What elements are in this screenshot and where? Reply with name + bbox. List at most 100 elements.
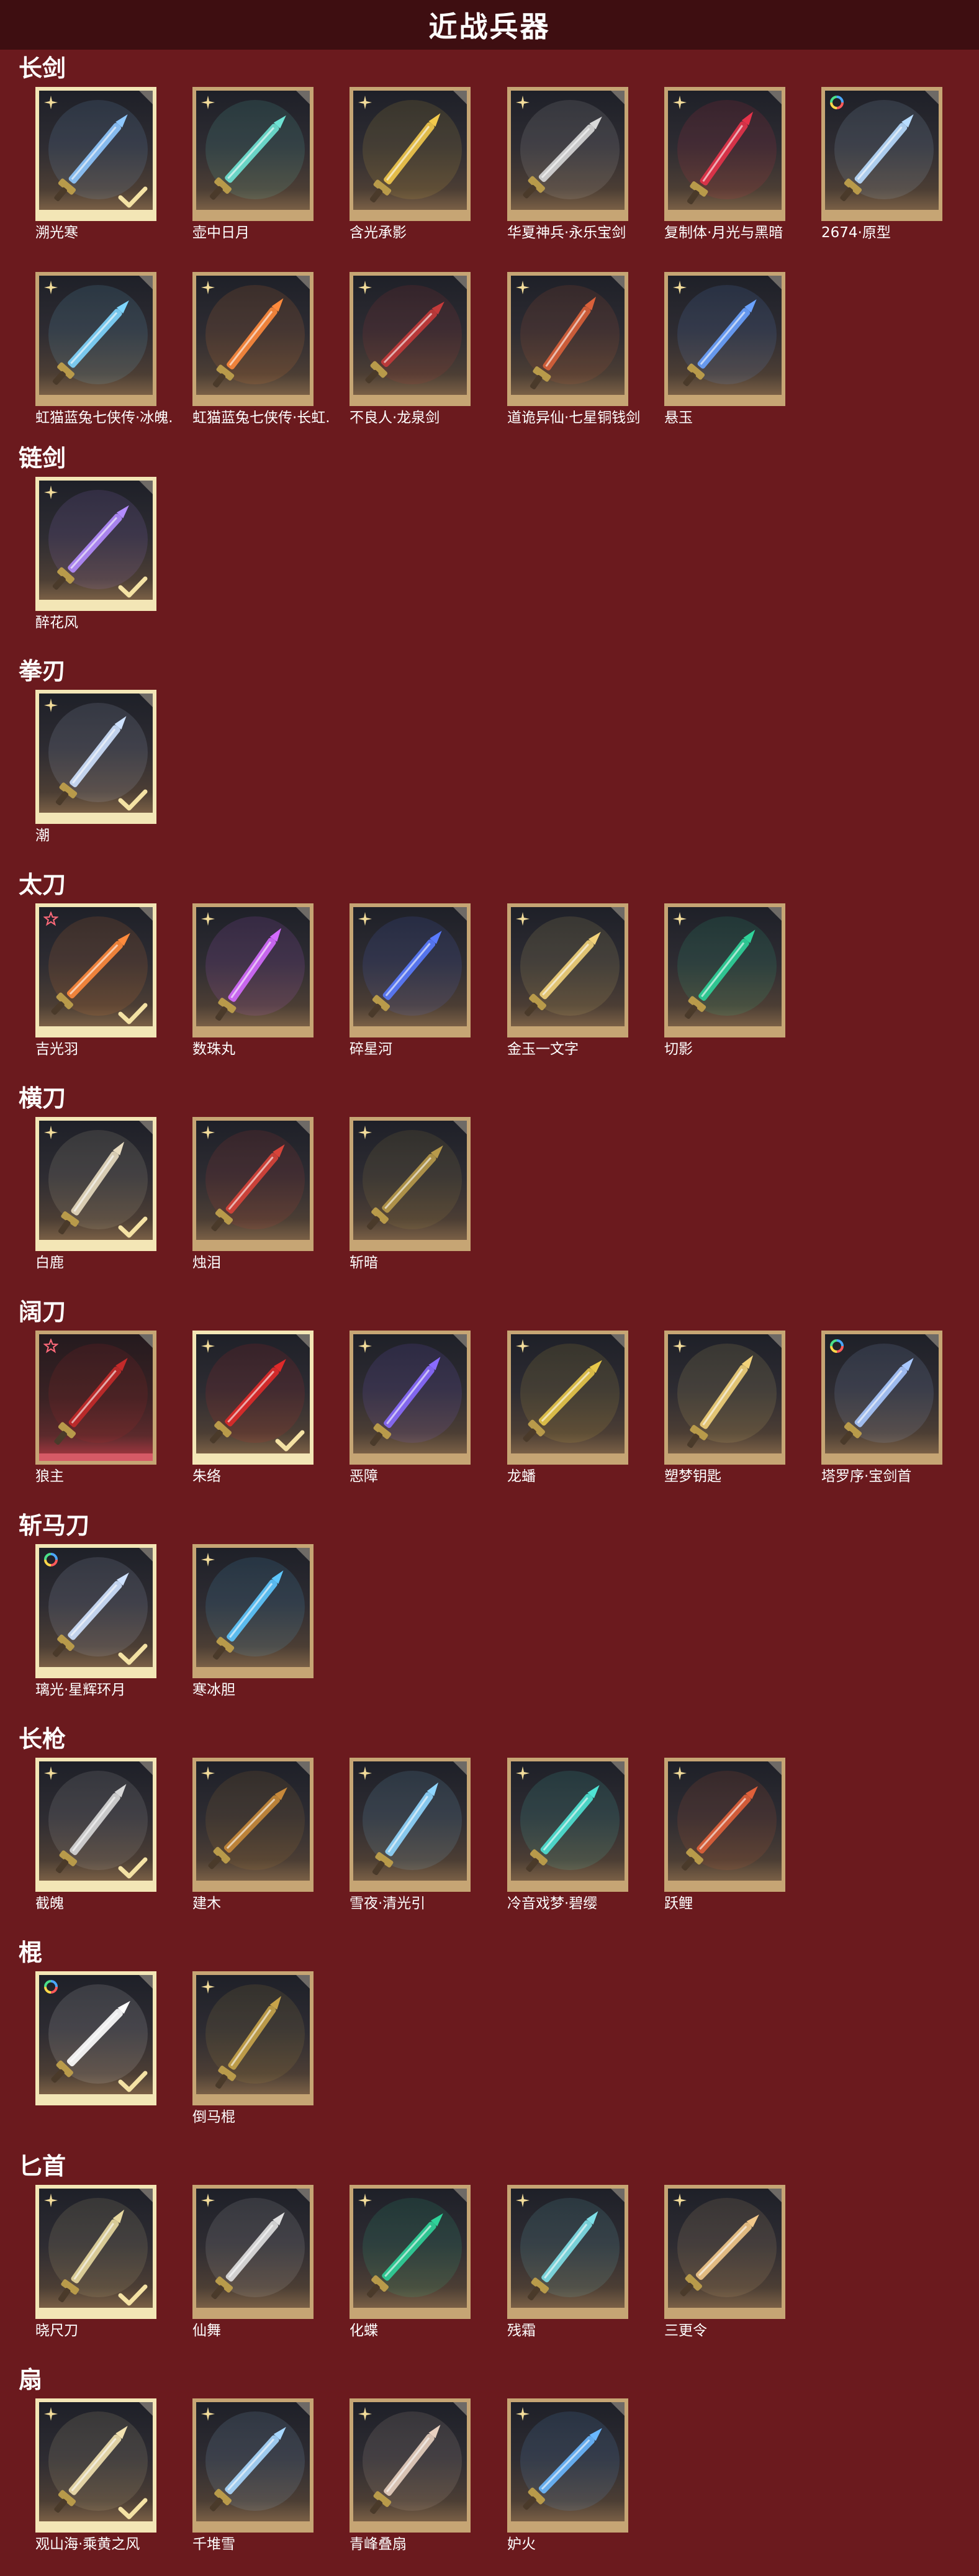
weapon-tile[interactable]: 2674·原型	[821, 87, 942, 242]
weapon-tile[interactable]: 华夏神兵·永乐宝剑	[507, 87, 628, 242]
weapon-card[interactable]	[35, 2398, 156, 2533]
weapon-card[interactable]	[192, 1544, 314, 1678]
weapon-tile[interactable]: 虹猫蓝兔七侠传·冰魄..	[35, 272, 172, 427]
weapon-card[interactable]	[350, 87, 471, 221]
gold-star-icon	[357, 2192, 373, 2208]
weapon-tile[interactable]: 复制体·月光与黑暗	[664, 87, 785, 242]
weapon-card[interactable]	[821, 87, 942, 221]
weapon-card[interactable]	[192, 87, 314, 221]
weapon-name: 残霜	[507, 2323, 536, 2339]
weapon-card[interactable]	[192, 2398, 314, 2533]
weapon-card[interactable]	[507, 2398, 628, 2533]
weapon-tile[interactable]: 不良人·龙泉剑	[350, 272, 471, 427]
weapon-tile[interactable]: 冷音戏梦·碧缨	[507, 1758, 628, 1913]
weapon-tile[interactable]: 醉花风	[35, 477, 156, 632]
weapon-tile[interactable]: 璃光·星辉环月	[35, 1544, 156, 1699]
weapon-tile[interactable]: 倒马棍	[192, 1971, 314, 2126]
weapon-card[interactable]	[192, 1331, 314, 1465]
weapon-tile[interactable]: 跃鲤	[664, 1758, 785, 1913]
weapon-card[interactable]	[192, 272, 314, 406]
weapon-card[interactable]	[35, 1544, 156, 1678]
weapon-card[interactable]	[35, 690, 156, 824]
weapon-tile[interactable]: 千堆雪	[192, 2398, 314, 2554]
weapon-tile[interactable]: 雪夜·清光引	[350, 1758, 471, 1913]
weapon-tile[interactable]: 吉光羽	[35, 903, 156, 1059]
weapon-tile[interactable]: 潮	[35, 690, 156, 845]
weapon-card[interactable]	[507, 1331, 628, 1465]
weapon-tile[interactable]: 碎星河	[350, 903, 471, 1059]
weapon-card[interactable]	[664, 1331, 785, 1465]
weapon-tile[interactable]: 道诡异仙·七星铜钱剑	[507, 272, 640, 427]
weapon-card[interactable]	[35, 477, 156, 611]
weapon-tile[interactable]: 悬玉	[664, 272, 785, 427]
weapon-card[interactable]	[192, 1758, 314, 1892]
weapon-tile[interactable]: 壶中日月	[192, 87, 314, 242]
weapon-tile[interactable]: 龙蟠	[507, 1331, 628, 1486]
weapon-card[interactable]	[507, 2185, 628, 2319]
weapon-card[interactable]	[35, 272, 156, 406]
weapon-card[interactable]	[507, 1758, 628, 1892]
weapon-tile[interactable]: 观山海·乘黄之风	[35, 2398, 156, 2554]
weapon-tile[interactable]: 含光承影	[350, 87, 471, 242]
weapon-card[interactable]	[192, 1117, 314, 1251]
weapon-tile[interactable]: 虹猫蓝兔七侠传·长虹..	[192, 272, 329, 427]
weapon-tile[interactable]: 妒火	[507, 2398, 628, 2554]
gold-star-icon	[200, 94, 216, 111]
weapon-tile[interactable]: 朱络	[192, 1331, 314, 1486]
weapon-card[interactable]	[192, 2185, 314, 2319]
weapon-card[interactable]	[664, 272, 785, 406]
weapon-card[interactable]	[664, 2185, 785, 2319]
weapon-tile[interactable]: 寒冰胆	[192, 1544, 314, 1699]
weapon-card[interactable]	[35, 903, 156, 1037]
weapon-tile[interactable]: 烛泪	[192, 1117, 314, 1272]
weapon-tile[interactable]: 晓尺刀	[35, 2185, 156, 2340]
weapon-tile[interactable]: 塔罗序·宝剑首	[821, 1331, 942, 1486]
weapon-card[interactable]	[507, 903, 628, 1037]
weapon-card[interactable]	[192, 1971, 314, 2105]
weapon-tile[interactable]: 建木	[192, 1758, 314, 1913]
rainbow-rarity-icon	[43, 1979, 59, 1995]
weapon-tile[interactable]	[35, 1971, 156, 2108]
weapon-card[interactable]	[35, 87, 156, 221]
weapon-tile[interactable]: 溯光寒	[35, 87, 156, 242]
weapon-card[interactable]	[192, 903, 314, 1037]
weapon-card[interactable]	[35, 1117, 156, 1251]
weapon-card[interactable]	[35, 2185, 156, 2319]
weapon-card[interactable]	[350, 903, 471, 1037]
weapon-tile[interactable]: 斩暗	[350, 1117, 471, 1272]
weapon-card[interactable]	[350, 1117, 471, 1251]
category-title: 太刀	[19, 871, 66, 898]
weapon-tile[interactable]: 狼主	[35, 1331, 156, 1486]
weapon-tile[interactable]: 仙舞	[192, 2185, 314, 2340]
weapon-card[interactable]	[35, 1971, 156, 2105]
weapon-card[interactable]	[821, 1331, 942, 1465]
weapon-tile[interactable]: 恶障	[350, 1331, 471, 1486]
weapon-card[interactable]	[664, 87, 785, 221]
weapon-tile[interactable]: 截魄	[35, 1758, 156, 1913]
weapon-name: 雪夜·清光引	[350, 1896, 426, 1912]
corner-fold-icon	[453, 1121, 467, 1134]
weapon-card[interactable]	[507, 272, 628, 406]
weapon-tile[interactable]: 青峰叠扇	[350, 2398, 471, 2554]
weapon-tile[interactable]: 塑梦钥匙	[664, 1331, 785, 1486]
gold-star-icon	[43, 1765, 59, 1781]
weapon-tile[interactable]: 残霜	[507, 2185, 628, 2340]
weapon-card[interactable]	[35, 1758, 156, 1892]
weapon-tile[interactable]: 三更令	[664, 2185, 785, 2340]
weapon-card[interactable]	[35, 1331, 156, 1465]
weapon-tile[interactable]: 数珠丸	[192, 903, 314, 1059]
weapon-tile[interactable]: 切影	[664, 903, 785, 1059]
weapon-tile[interactable]: 化蝶	[350, 2185, 471, 2340]
weapon-card[interactable]	[350, 2185, 471, 2319]
weapon-card[interactable]	[664, 903, 785, 1037]
weapon-card[interactable]	[350, 1331, 471, 1465]
weapon-card[interactable]	[507, 87, 628, 221]
weapon-card[interactable]	[350, 1758, 471, 1892]
corner-fold-icon	[768, 1761, 782, 1775]
weapon-card[interactable]	[350, 272, 471, 406]
weapon-tile[interactable]: 金玉一文字	[507, 903, 628, 1059]
weapon-card[interactable]	[664, 1758, 785, 1892]
weapon-name: 龙蟠	[507, 1468, 536, 1485]
weapon-card[interactable]	[350, 2398, 471, 2533]
weapon-tile[interactable]: 白鹿	[35, 1117, 156, 1272]
